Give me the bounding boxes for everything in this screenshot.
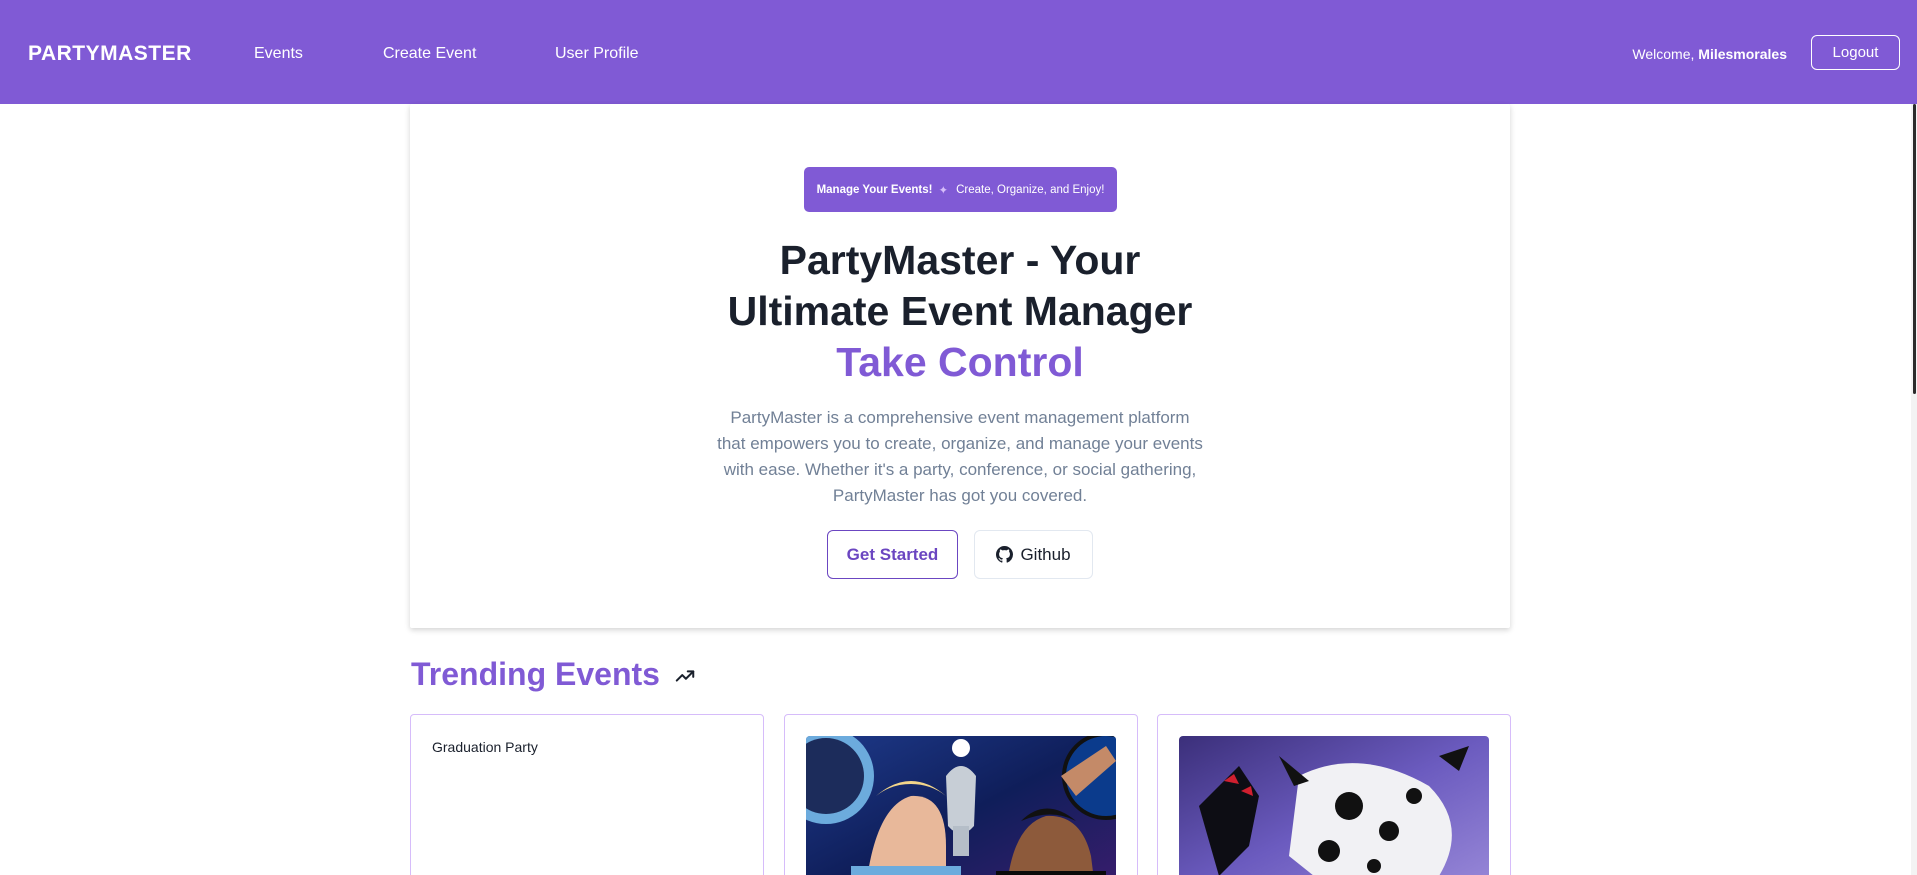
logout-button[interactable]: Logout: [1811, 35, 1900, 70]
github-icon: [996, 546, 1014, 563]
page-scrollbar-thumb[interactable]: [1913, 104, 1916, 394]
event-card[interactable]: [1157, 714, 1511, 875]
nav-link-user-profile[interactable]: User Profile: [555, 44, 639, 64]
welcome-prefix: Welcome,: [1632, 46, 1695, 62]
badge-text: Create, Organize, and Enjoy!: [956, 183, 1105, 196]
nav-link-events[interactable]: Events: [254, 44, 303, 64]
github-button-label: Github: [1020, 544, 1071, 564]
champions-league-poster: [806, 736, 1116, 875]
hero-badge: Manage Your Events! ✦ Create, Organize, …: [804, 167, 1117, 212]
trending-section-title: Trending Events: [411, 654, 696, 694]
welcome-text: Welcome, Milesmorales: [1632, 44, 1787, 64]
spider-verse-poster: [1179, 736, 1489, 875]
hero-highlight-text: Take Control: [836, 337, 1084, 388]
github-button[interactable]: Github: [974, 530, 1093, 579]
hero-title: PartyMaster - Your Ultimate Event Manage…: [410, 235, 1510, 337]
username: Milesmorales: [1698, 46, 1787, 62]
hero-card: Manage Your Events! ✦ Create, Organize, …: [410, 104, 1510, 628]
event-card[interactable]: [784, 714, 1138, 875]
event-card[interactable]: Graduation Party: [410, 714, 764, 875]
event-card-title: Graduation Party: [432, 739, 538, 755]
brand-logo[interactable]: PARTYMASTER: [28, 41, 192, 67]
get-started-button[interactable]: Get Started: [827, 530, 958, 579]
hero-description: PartyMaster is a comprehensive event man…: [717, 408, 1203, 505]
trending-title-text: Trending Events: [411, 656, 660, 692]
top-navbar: PARTYMASTER Events Create Event User Pro…: [0, 0, 1917, 104]
nav-link-create-event[interactable]: Create Event: [383, 44, 476, 64]
hero-title-line2: Ultimate Event Manager: [727, 288, 1193, 334]
trending-up-icon: [675, 670, 695, 682]
hero-highlight: Take Control: [410, 337, 1510, 388]
sparkles-icon: ✦: [938, 184, 949, 197]
badge-strong-text: Manage Your Events!: [816, 183, 933, 196]
hero-title-line1: PartyMaster - Your: [779, 237, 1141, 283]
